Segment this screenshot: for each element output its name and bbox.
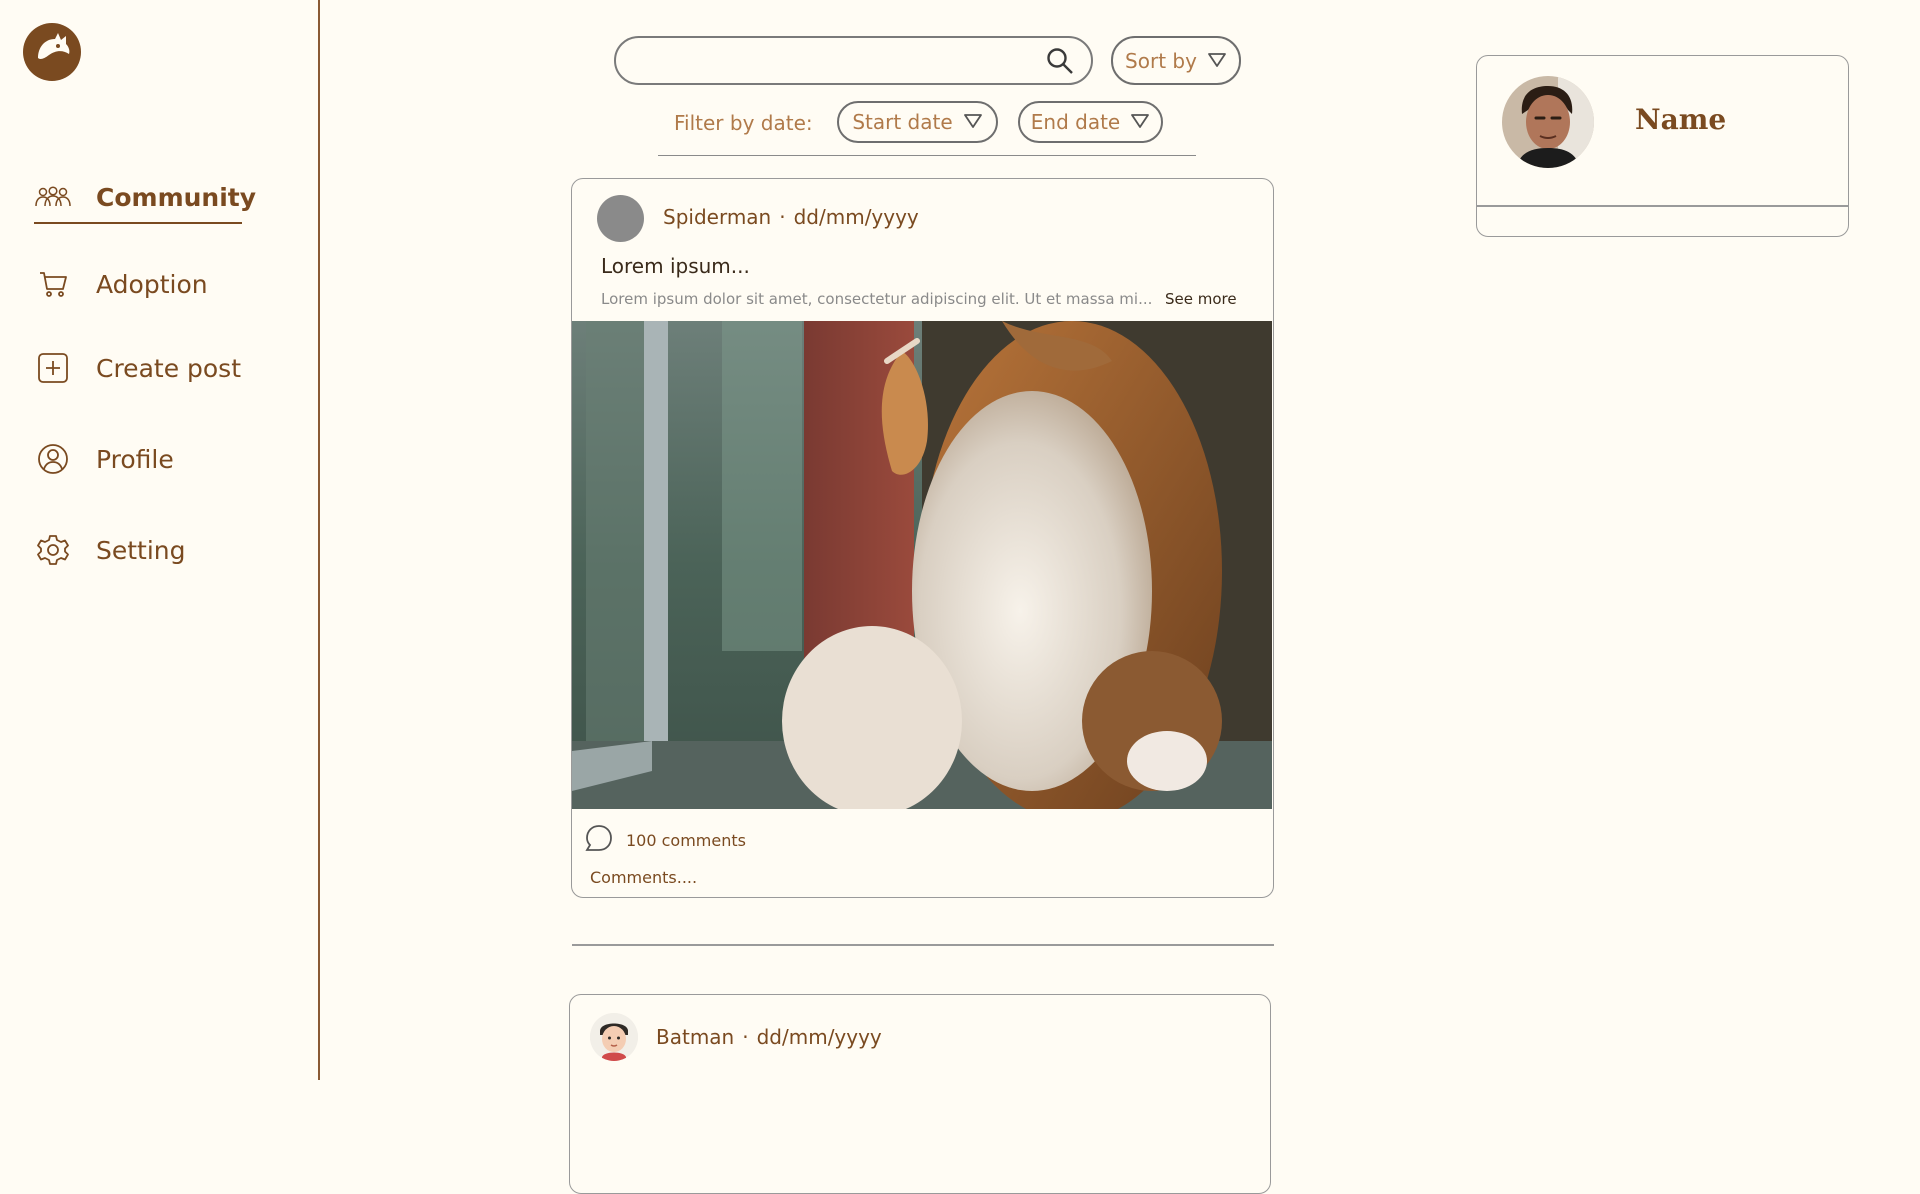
profile-card[interactable]: Name — [1476, 55, 1849, 237]
post-card[interactable]: Batman · dd/mm/yyyy — [569, 994, 1271, 1194]
sidebar-item-adoption[interactable]: Adoption — [34, 265, 208, 303]
chevron-down-icon — [1130, 110, 1150, 134]
end-date-label: End date — [1030, 110, 1121, 134]
post-meta: Spiderman · dd/mm/yyyy — [663, 205, 919, 229]
sidebar-item-profile[interactable]: Profile — [34, 440, 174, 478]
sidebar-item-label: Create post — [96, 353, 242, 383]
sidebar: Community Adoption Create post Profile S… — [0, 0, 320, 1080]
post-image-cat[interactable] — [572, 321, 1272, 809]
start-date-label: Start date — [852, 110, 953, 134]
sidebar-item-label: Setting — [96, 535, 186, 565]
see-more-link[interactable]: See more — [1165, 290, 1237, 308]
profile-name: Name — [1635, 103, 1727, 136]
cart-icon — [34, 265, 72, 303]
comments-count-row[interactable]: 100 comments — [584, 823, 746, 857]
cat-moon-logo[interactable] — [22, 22, 82, 82]
avatar[interactable] — [597, 195, 644, 242]
active-nav-underline — [34, 222, 242, 224]
sidebar-item-label: Community — [96, 182, 257, 212]
sort-by-label: Sort by — [1125, 48, 1197, 73]
comment-icon — [584, 823, 614, 857]
post-author[interactable]: Spiderman — [663, 205, 771, 229]
sidebar-item-label: Adoption — [96, 269, 208, 299]
start-date-dropdown[interactable]: Start date — [837, 101, 998, 143]
meta-separator: · — [779, 205, 786, 229]
chevron-down-icon — [963, 110, 983, 134]
plus-square-icon — [34, 349, 72, 387]
filter-by-date-label: Filter by date: — [674, 111, 813, 135]
community-icon — [34, 178, 72, 216]
sidebar-item-community[interactable]: Community — [34, 178, 256, 216]
chevron-down-icon — [1207, 49, 1227, 73]
sort-by-dropdown[interactable]: Sort by — [1111, 36, 1241, 85]
post-date: dd/mm/yyyy — [756, 1025, 882, 1049]
search-field[interactable] — [636, 46, 1030, 76]
post-meta: Batman · dd/mm/yyyy — [656, 1025, 882, 1049]
post-excerpt: Lorem ipsum dolor sit amet, consectetur … — [601, 290, 1153, 308]
end-date-dropdown[interactable]: End date — [1018, 101, 1163, 143]
filter-divider — [658, 155, 1196, 156]
post-title: Lorem ipsum... — [601, 254, 750, 278]
comments-preview[interactable]: Comments.... — [590, 868, 697, 887]
post-card[interactable]: Spiderman · dd/mm/yyyy Lorem ipsum... Lo… — [571, 178, 1274, 898]
sidebar-item-create-post[interactable]: Create post — [34, 349, 241, 387]
gear-icon — [34, 531, 72, 569]
profile-divider — [1477, 205, 1848, 207]
post-divider — [572, 944, 1274, 946]
avatar[interactable] — [590, 1013, 638, 1061]
sidebar-item-label: Profile — [96, 444, 174, 474]
post-author[interactable]: Batman — [656, 1025, 734, 1049]
avatar[interactable] — [1502, 76, 1594, 168]
user-circle-icon — [34, 440, 72, 478]
post-date: dd/mm/yyyy — [793, 205, 919, 229]
comment-count: 100 comments — [626, 830, 746, 850]
meta-separator: · — [742, 1025, 749, 1049]
search-icon[interactable] — [1045, 46, 1075, 76]
search-input[interactable] — [614, 36, 1093, 85]
sidebar-item-setting[interactable]: Setting — [34, 531, 186, 569]
